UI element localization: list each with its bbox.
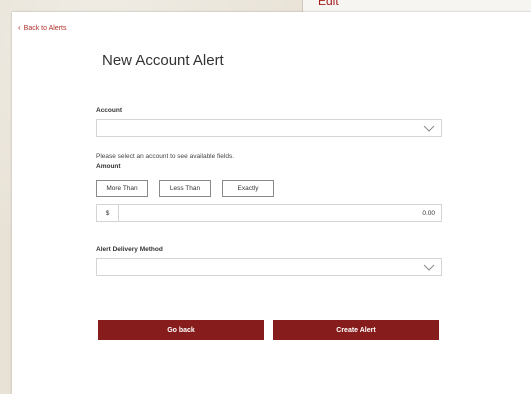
- delivery-method-select[interactable]: [96, 258, 442, 276]
- background-edit-link: Edit: [318, 0, 339, 8]
- delivery-method-label: Alert Delivery Method: [96, 246, 163, 253]
- exactly-option[interactable]: Exactly: [222, 180, 274, 197]
- amount-label: Amount: [96, 163, 121, 170]
- back-to-alerts-link[interactable]: ‹ Back to Alerts: [18, 24, 66, 32]
- chevron-down-icon: [423, 125, 435, 132]
- more-than-option[interactable]: More Than: [96, 180, 148, 197]
- page-title: New Account Alert: [102, 52, 224, 69]
- chevron-left-icon: ‹: [18, 23, 21, 32]
- alert-form-panel: ‹ Back to Alerts New Account Alert Accou…: [12, 12, 531, 394]
- go-back-button[interactable]: Go back: [98, 320, 264, 340]
- amount-input[interactable]: $ 0.00: [96, 204, 442, 222]
- amount-value: 0.00: [422, 209, 435, 217]
- less-than-option[interactable]: Less Than: [159, 180, 211, 197]
- back-link-label: Back to Alerts: [23, 24, 67, 32]
- account-label: Account: [96, 107, 122, 114]
- chevron-down-icon: [423, 264, 435, 271]
- account-select[interactable]: [96, 119, 442, 137]
- currency-prefix: $: [97, 205, 119, 221]
- create-alert-button[interactable]: Create Alert: [273, 320, 439, 340]
- account-hint: Please select an account to see availabl…: [96, 153, 235, 160]
